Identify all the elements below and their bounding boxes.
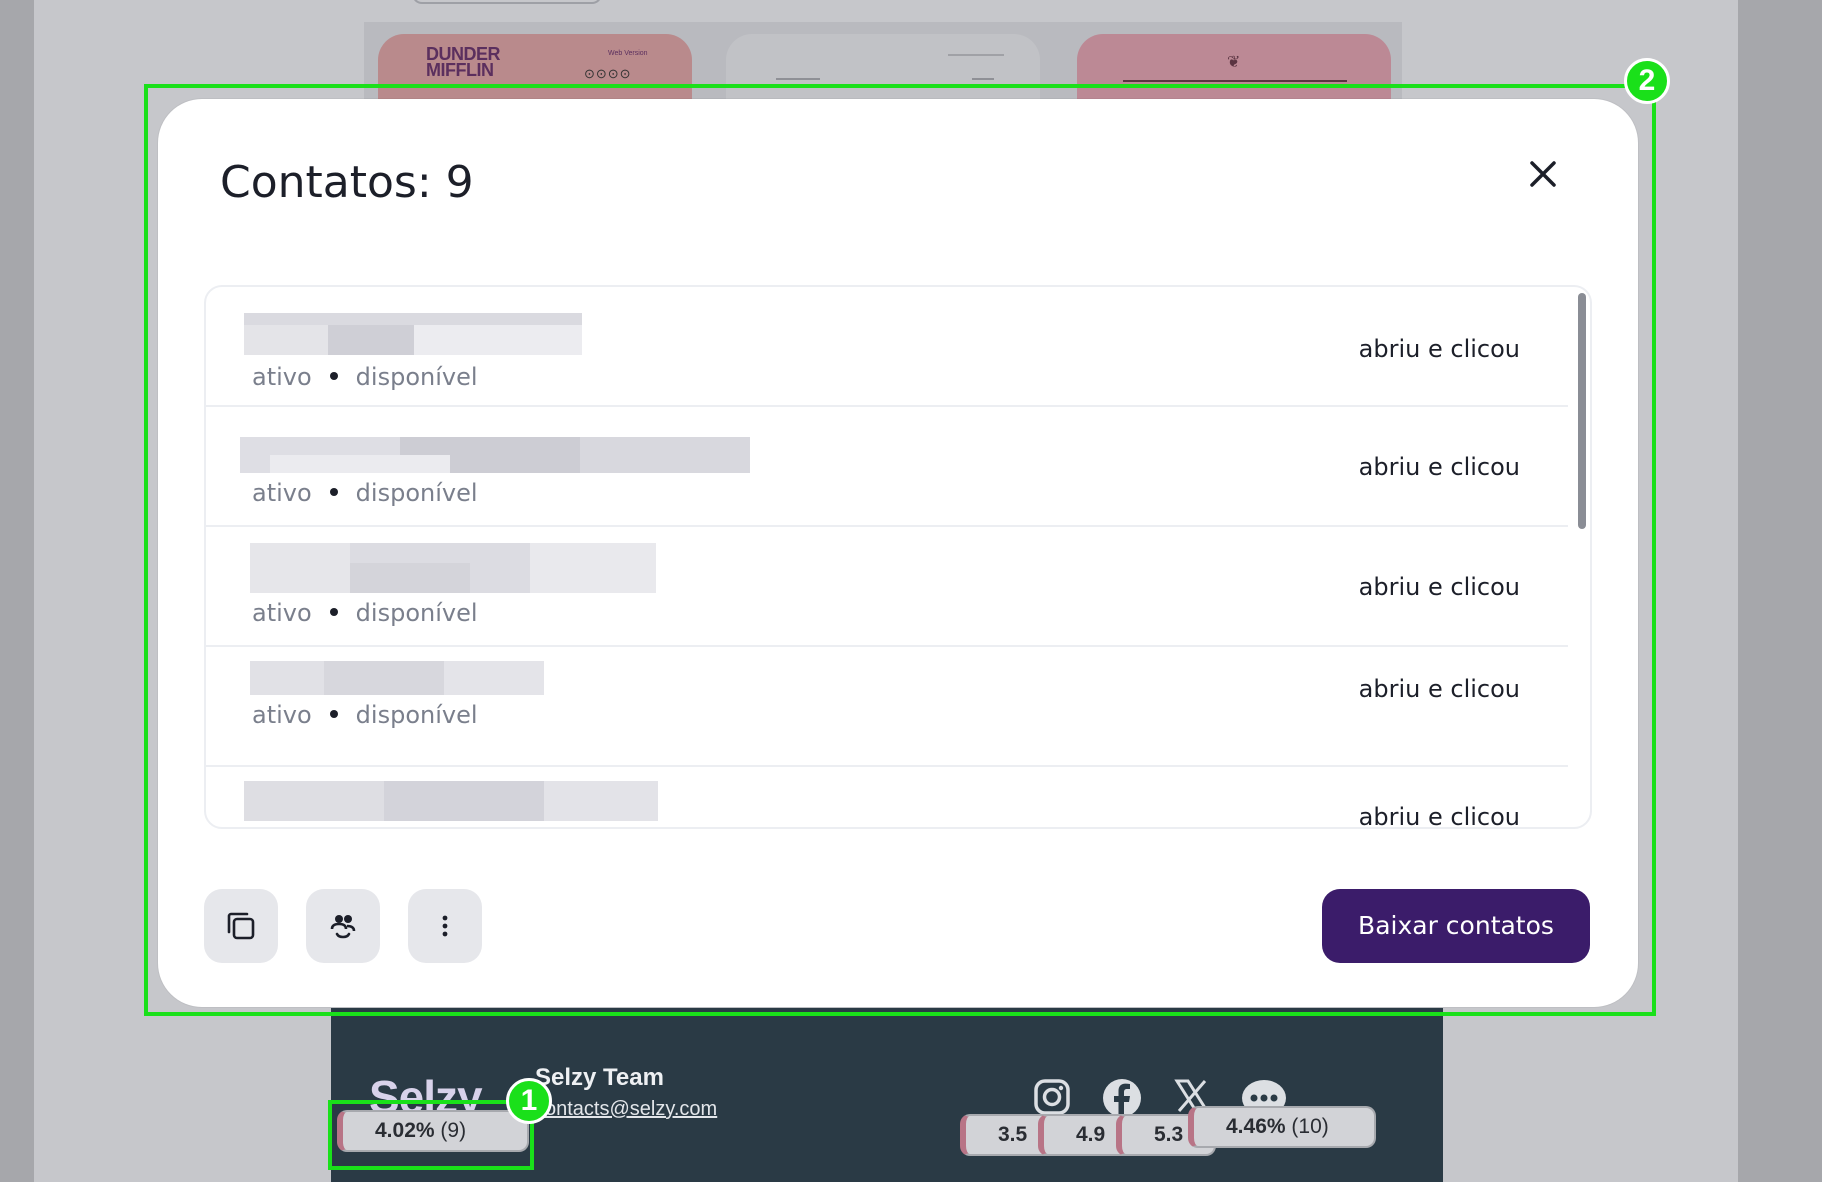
annotation-box-2: [144, 84, 1656, 1016]
annotation-box-1: [328, 1100, 534, 1170]
annotation-marker-2: 2: [1624, 58, 1670, 104]
contact-email-link[interactable]: contacts@selzy.com: [535, 1098, 717, 1121]
team-name: Selzy Team: [535, 1064, 664, 1091]
carrot-icon: ❦: [1227, 54, 1241, 71]
click-rate-pill[interactable]: 4.46% (10): [1188, 1106, 1376, 1148]
web-version-link: Web Version: [608, 50, 648, 57]
background-top-element: [412, 0, 602, 4]
social-dots: ⊙⊙⊙⊙: [584, 66, 632, 81]
annotation-marker-1: 1: [506, 1078, 552, 1124]
dunder-mifflin-logo: DUNDER MIFFLIN: [426, 44, 501, 80]
